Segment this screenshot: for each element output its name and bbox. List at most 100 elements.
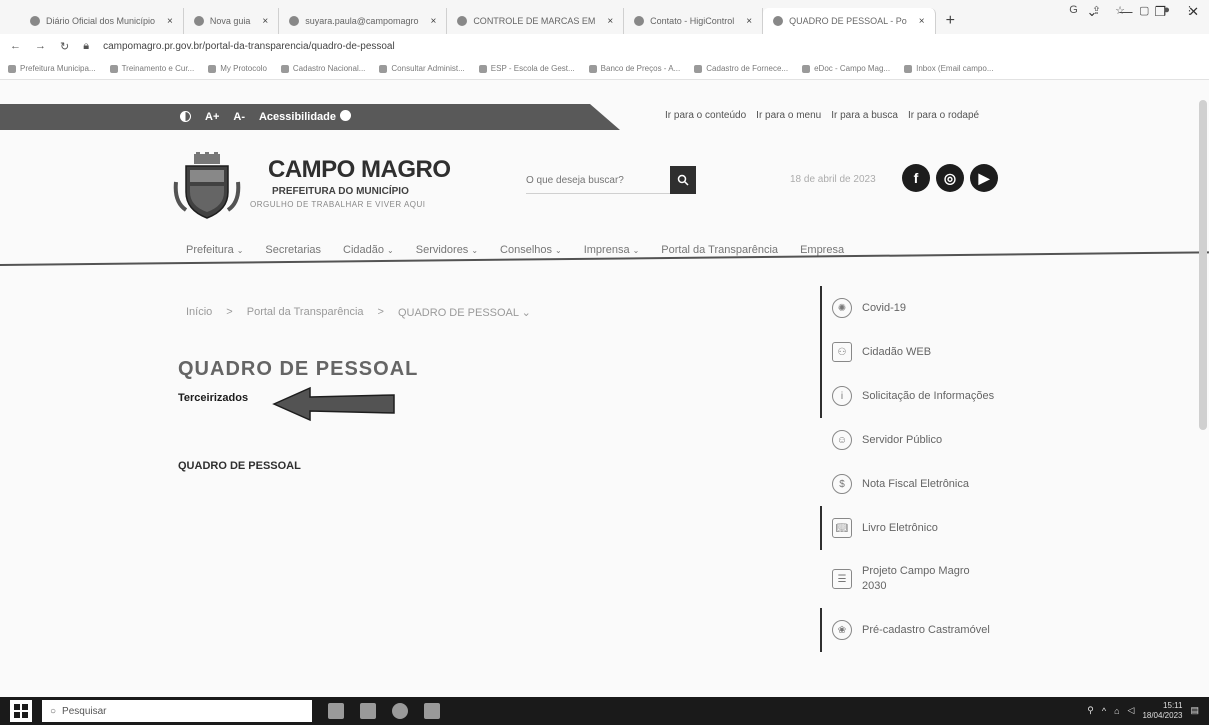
- nav-item-conselhos[interactable]: Conselhos ⌄: [500, 244, 562, 256]
- font-decrease-button[interactable]: A-: [233, 111, 245, 123]
- notifications-icon[interactable]: ▤: [1190, 705, 1199, 716]
- bookmark[interactable]: Inbox (Email campo...: [904, 64, 994, 73]
- star-icon[interactable]: ☆: [1115, 4, 1125, 17]
- browser-tab[interactable]: Contato - HigiControl ×: [624, 8, 764, 34]
- back-icon[interactable]: ←: [10, 40, 21, 52]
- skip-to-footer-link[interactable]: Ir para o rodapé: [908, 110, 979, 121]
- volume-icon[interactable]: ◁: [1128, 705, 1135, 716]
- profile-icon[interactable]: ●: [1163, 4, 1170, 17]
- nav-label: Empresa: [800, 244, 845, 256]
- breadcrumb-portal[interactable]: Portal da Transparência: [247, 306, 364, 319]
- nav-item-servidores[interactable]: Servidores ⌄: [416, 244, 478, 256]
- sidebar: ✺ Covid-19 ⚇ Cidadão WEB i Solicitação d…: [820, 286, 1010, 652]
- sidebar-item-covid[interactable]: ✺ Covid-19: [820, 286, 1010, 330]
- accessibility-button[interactable]: Acessibilidade: [259, 110, 352, 123]
- people-icon[interactable]: ⚲: [1087, 705, 1094, 716]
- sidebar-item-label: Nota Fiscal Eletrônica: [862, 477, 969, 490]
- browser-tab[interactable]: Nova guia ×: [184, 8, 280, 34]
- contrast-icon[interactable]: [180, 111, 191, 122]
- sidebar-item-label: Servidor Público: [862, 433, 943, 446]
- city-crest-icon[interactable]: [172, 152, 242, 222]
- breadcrumb-current[interactable]: QUADRO DE PESSOAL ⌄: [398, 306, 531, 319]
- close-tab-icon[interactable]: ×: [262, 16, 268, 27]
- breadcrumb-home[interactable]: Início: [186, 306, 212, 319]
- nav-label: Servidores: [415, 244, 469, 256]
- search-button[interactable]: [670, 166, 696, 194]
- file-explorer-icon[interactable]: [360, 703, 376, 719]
- bookmark-icon: [694, 64, 703, 73]
- sidebar-item-castramovel[interactable]: ❀ Pré-cadastro Castramóvel: [820, 608, 1010, 652]
- bookmark[interactable]: Treinamento e Cur...: [109, 64, 195, 73]
- sidebar-item-cidadao-web[interactable]: ⚇ Cidadão WEB: [820, 330, 1010, 374]
- url-field[interactable]: campomagro.pr.gov.br/portal-da-transpare…: [103, 41, 395, 52]
- bookmark[interactable]: My Protocolo: [208, 64, 267, 73]
- chrome-icon[interactable]: [392, 703, 408, 719]
- new-tab-button[interactable]: +: [936, 8, 965, 34]
- chevron-up-icon[interactable]: ^: [1102, 706, 1106, 716]
- bookmark[interactable]: Cadastro de Fornece...: [694, 64, 788, 73]
- bookmark[interactable]: Consultar Administ...: [379, 64, 465, 73]
- bookmark-label: Prefeitura Municipa...: [20, 64, 96, 73]
- youtube-icon[interactable]: ▶: [970, 164, 998, 192]
- chevron-down-icon: ⌄: [555, 246, 562, 255]
- skip-to-content-link[interactable]: Ir para o conteúdo: [665, 110, 746, 121]
- windows-start-icon[interactable]: [10, 700, 32, 722]
- skip-to-search-link[interactable]: Ir para a busca: [831, 110, 898, 121]
- bookmark-icon: [109, 64, 118, 73]
- sidebar-item-nota-fiscal[interactable]: $ Nota Fiscal Eletrônica: [820, 462, 1010, 506]
- brand-title[interactable]: CAMPO MAGRO: [268, 156, 451, 184]
- skip-to-menu-link[interactable]: Ir para o menu: [756, 110, 821, 121]
- font-increase-button[interactable]: A+: [205, 111, 219, 123]
- forward-icon[interactable]: →: [35, 40, 46, 52]
- browser-tab[interactable]: suyara.paula@campomagro ×: [279, 8, 448, 34]
- browser-tab-active[interactable]: QUADRO DE PESSOAL - Po ×: [763, 8, 936, 34]
- clock[interactable]: 15:11 18/04/2023: [1142, 701, 1182, 720]
- app-icon[interactable]: [424, 703, 440, 719]
- bookmark-icon: [280, 64, 289, 73]
- instagram-icon[interactable]: ◎: [936, 164, 964, 192]
- lock-icon: 🔒︎: [83, 39, 90, 52]
- tab-label: Diário Oficial dos Município: [46, 16, 156, 26]
- quadro-pessoal-link[interactable]: QUADRO DE PESSOAL: [178, 460, 301, 472]
- nav-item-empresa[interactable]: Empresa: [800, 244, 844, 256]
- page-scrollbar[interactable]: [1199, 100, 1207, 430]
- clock-date: 18/04/2023: [1142, 710, 1183, 720]
- sidebar-item-projeto[interactable]: ☰ Projeto Campo Magro 2030: [820, 550, 1010, 608]
- sidebar-icon[interactable]: ▢: [1139, 4, 1149, 17]
- taskbar-search[interactable]: ○ Pesquisar: [42, 700, 312, 722]
- accessibility-controls: A+ A- Acessibilidade: [180, 110, 352, 123]
- bookmark[interactable]: eDoc - Campo Mag...: [802, 64, 890, 73]
- close-tab-icon[interactable]: ×: [746, 16, 752, 27]
- bookmark-label: Treinamento e Cur...: [121, 64, 195, 73]
- sidebar-item-solicitacao[interactable]: i Solicitação de Informações: [820, 374, 1010, 418]
- browser-tab[interactable]: CONTROLE DE MARCAS EM ×: [447, 8, 625, 34]
- sidebar-item-label: Pré-cadastro Castramóvel: [862, 623, 990, 636]
- close-tab-icon[interactable]: ×: [430, 16, 436, 27]
- sidebar-item-servidor[interactable]: ☺ Servidor Público: [820, 418, 1010, 462]
- close-tab-icon[interactable]: ×: [607, 16, 613, 27]
- close-tab-icon[interactable]: ×: [919, 16, 925, 27]
- search-input[interactable]: [526, 168, 670, 194]
- task-view-icon[interactable]: [328, 703, 344, 719]
- nav-item-prefeitura[interactable]: Prefeitura ⌄: [186, 244, 243, 256]
- nav-item-secretarias[interactable]: Secretarias: [265, 244, 321, 256]
- people-icon: ⚇: [832, 342, 852, 362]
- facebook-icon[interactable]: f: [902, 164, 930, 192]
- menu-icon[interactable]: ⋮: [1184, 4, 1195, 17]
- translate-icon[interactable]: G: [1069, 4, 1078, 17]
- browser-tab[interactable]: Diário Oficial dos Município ×: [20, 8, 184, 34]
- nav-item-cidadao[interactable]: Cidadão ⌄: [343, 244, 394, 256]
- bookmark[interactable]: Cadastro Nacional...: [280, 64, 365, 73]
- bookmark[interactable]: Banco de Preços - A...: [588, 64, 680, 73]
- sidebar-item-livro[interactable]: 📖︎ Livro Eletrônico: [820, 506, 1010, 550]
- bookmark[interactable]: ESP - Escola de Gest...: [478, 64, 575, 73]
- close-tab-icon[interactable]: ×: [167, 16, 173, 27]
- network-icon[interactable]: ⌂: [1114, 706, 1119, 716]
- chevron-down-icon: ⌄: [387, 246, 394, 255]
- nav-item-imprensa[interactable]: Imprensa ⌄: [584, 244, 640, 256]
- share-icon[interactable]: ⇪: [1092, 4, 1101, 17]
- bookmark[interactable]: Prefeitura Municipa...: [8, 64, 96, 73]
- reload-icon[interactable]: ↻: [60, 40, 69, 53]
- address-bar: ← → ↻ 🔒︎ campomagro.pr.gov.br/portal-da-…: [0, 34, 1209, 58]
- nav-item-portal-transparencia[interactable]: Portal da Transparência: [661, 244, 778, 256]
